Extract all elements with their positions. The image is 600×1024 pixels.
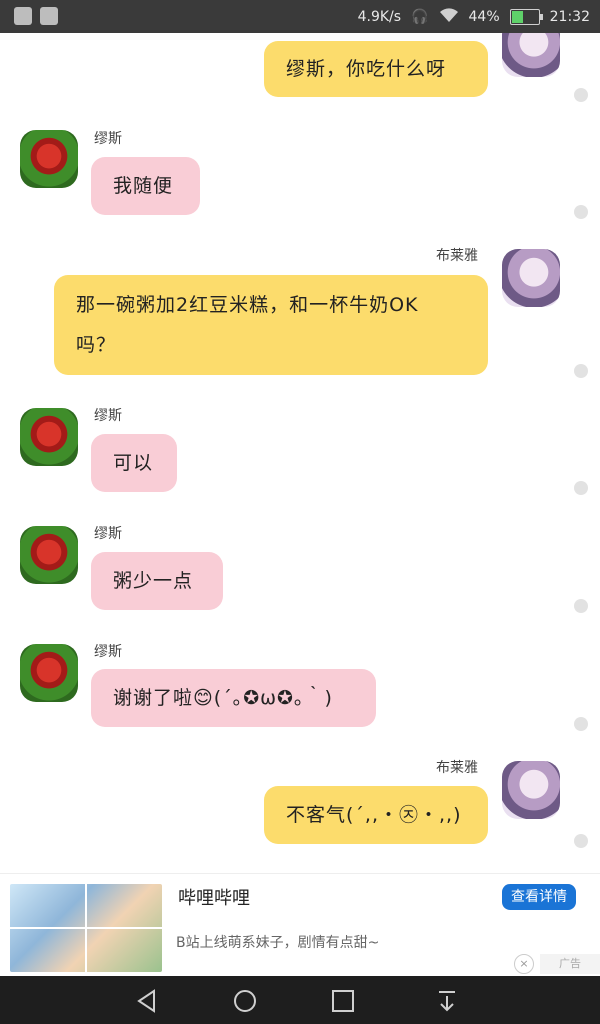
battery-icon	[509, 9, 543, 25]
message-status-dot	[574, 599, 588, 613]
message-status-dot	[574, 205, 588, 219]
message-status-dot	[574, 834, 588, 848]
message-status-dot	[574, 88, 588, 102]
sender-name: 布莱雅	[436, 760, 478, 776]
status-bar: 4.9K/s 🎧 44% 21:32	[0, 0, 600, 33]
self-avatar[interactable]	[502, 761, 560, 819]
ad-tag: 广告	[540, 954, 600, 974]
self-avatar[interactable]	[502, 33, 560, 77]
clock: 21:32	[549, 9, 590, 25]
view-details-button[interactable]: 查看详情	[502, 884, 576, 910]
message-bubble[interactable]: 谢谢了啦😊(´｡✪ω✪｡｀)	[91, 669, 376, 727]
network-speed: 4.9K/s	[357, 9, 402, 25]
message-bubble[interactable]: 那一碗粥加2红豆米糕，和一杯牛奶OK 吗？	[54, 275, 488, 375]
message-bubble[interactable]: 粥少一点	[91, 552, 223, 610]
contact-avatar[interactable]	[20, 526, 78, 584]
message-bubble[interactable]: 我随便	[91, 157, 200, 215]
wifi-icon	[439, 7, 459, 27]
contact-avatar[interactable]	[20, 130, 78, 188]
message-bubble[interactable]: 不客气(´,,・㉨・,,)	[264, 786, 488, 844]
contact-avatar[interactable]	[20, 408, 78, 466]
message-status-dot	[574, 717, 588, 731]
status-right: 4.9K/s 🎧 44% 21:32	[358, 7, 590, 27]
ad-description: B站上线萌系妹子，剧情有点甜~	[176, 935, 380, 951]
battery-level	[511, 11, 524, 23]
sender-name: 缪斯	[94, 526, 122, 542]
sender-name: 缪斯	[94, 408, 122, 424]
sender-name: 缪斯	[94, 131, 122, 147]
app-notification-icon	[14, 7, 32, 25]
recent-square-icon[interactable]	[330, 988, 356, 1014]
message-status-dot	[574, 481, 588, 495]
message-text-line: 那一碗粥加2红豆米糕，和一杯牛奶OK	[76, 294, 419, 316]
gallery-notification-icon	[40, 7, 58, 25]
contact-avatar[interactable]	[20, 644, 78, 702]
home-circle-icon[interactable]	[232, 988, 258, 1014]
system-nav-bar	[0, 976, 600, 1024]
headphones-icon: 🎧	[411, 9, 429, 25]
hide-keyboard-icon[interactable]	[434, 988, 460, 1014]
chat-thread[interactable]: 缪斯，你吃什么呀 缪斯 我随便 布莱雅 那一碗粥加2红豆米糕，和一杯牛奶OK 吗…	[0, 33, 600, 873]
message-bubble[interactable]: 可以	[91, 434, 177, 492]
battery-percent: 44%	[468, 9, 500, 25]
self-avatar[interactable]	[502, 249, 560, 307]
back-triangle-icon[interactable]	[134, 988, 160, 1014]
ad-banner[interactable]: 哔哩哔哩 B站上线萌系妹子，剧情有点甜~ 查看详情 × 广告	[0, 873, 600, 977]
ad-close-icon[interactable]: ×	[514, 954, 534, 974]
ad-title: 哔哩哔哩	[178, 888, 250, 909]
sender-name: 缪斯	[94, 644, 122, 660]
ad-thumbnail[interactable]	[10, 884, 162, 972]
notification-icons	[14, 7, 58, 25]
sender-name: 布莱雅	[436, 248, 478, 264]
message-text-line: 吗？	[76, 334, 117, 356]
message-status-dot	[574, 364, 588, 378]
message-bubble[interactable]: 缪斯，你吃什么呀	[264, 41, 488, 97]
